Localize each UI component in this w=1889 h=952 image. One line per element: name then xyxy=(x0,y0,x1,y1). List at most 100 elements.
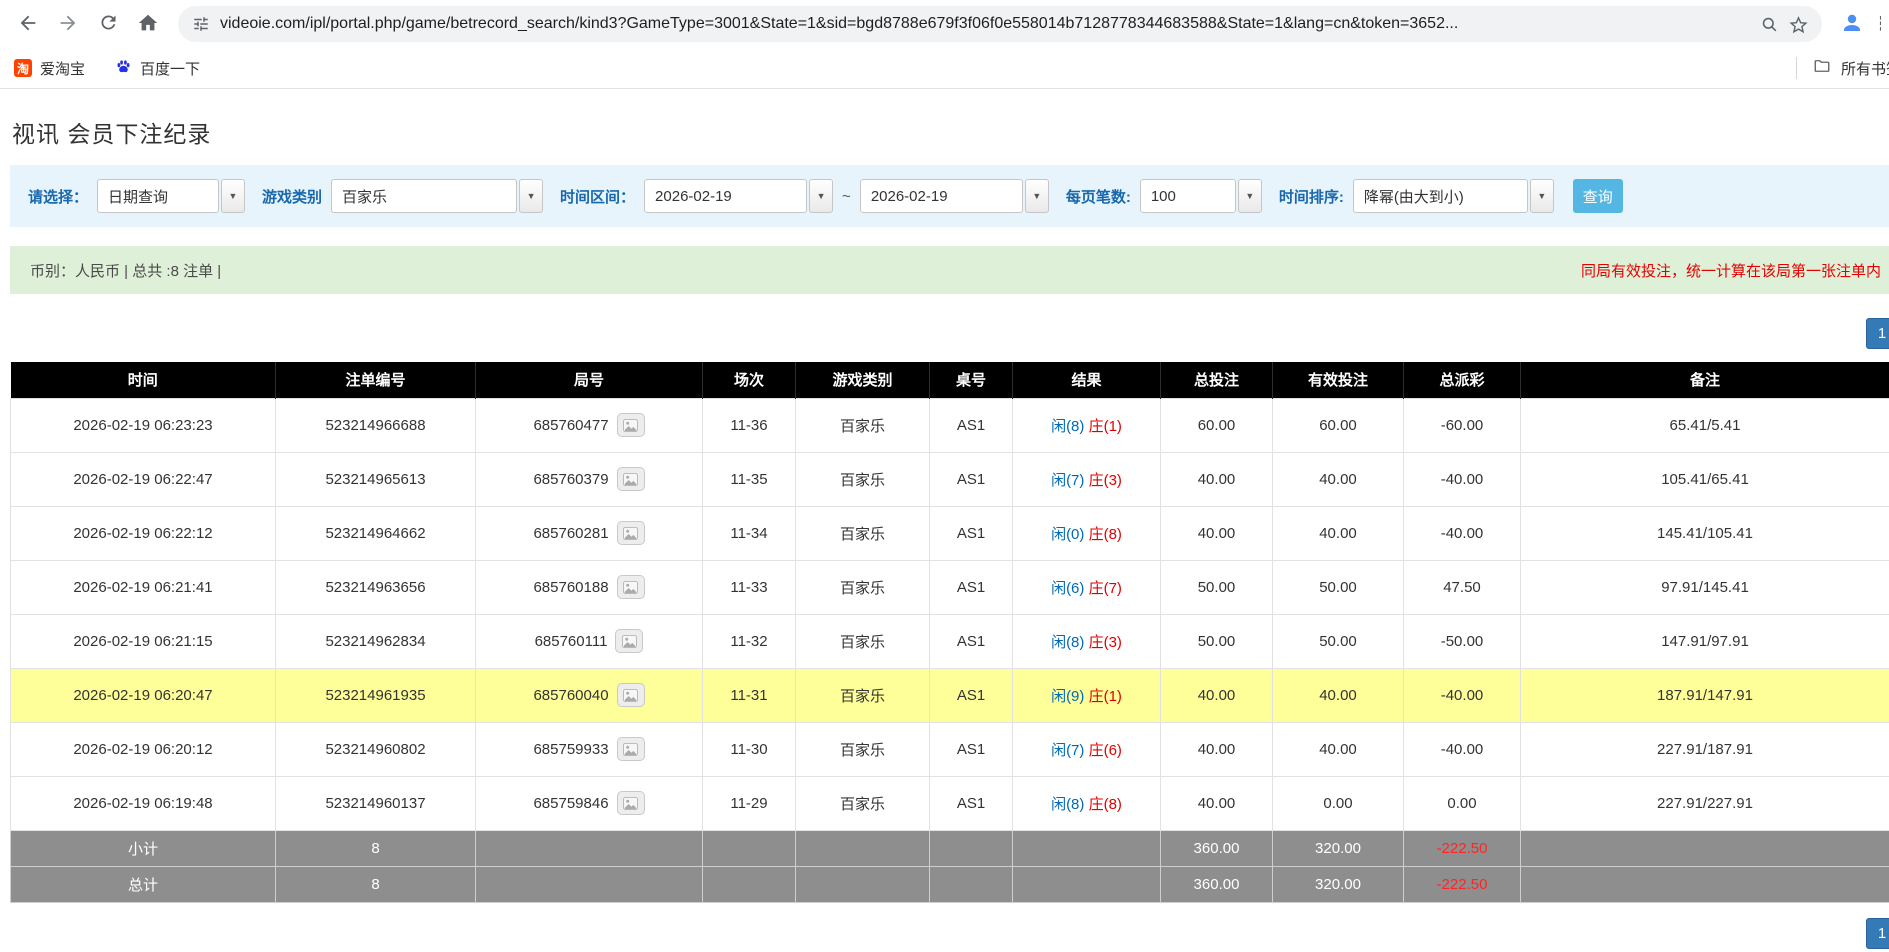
game-type-label: 游戏类别 xyxy=(262,186,322,207)
time-cell: 2026-02-19 06:21:15 xyxy=(11,614,276,668)
summary-total-bet: 360.00 xyxy=(1161,866,1273,902)
round-image-icon[interactable] xyxy=(617,413,645,437)
round-image-icon[interactable] xyxy=(615,629,643,653)
select-type-dropdown[interactable]: 日期查询 ▼ xyxy=(97,179,245,213)
session-cell: 11-34 xyxy=(703,506,796,560)
remark-cell: 105.41/65.41 xyxy=(1521,452,1889,506)
valid-bet-cell: 60.00 xyxy=(1273,398,1404,452)
round-image-icon[interactable] xyxy=(617,467,645,491)
page-size-dropdown[interactable]: 100 ▼ xyxy=(1140,179,1262,213)
total-bet-cell[interactable]: 40.00 xyxy=(1161,452,1273,506)
valid-bet-cell: 50.00 xyxy=(1273,560,1404,614)
total-bet-cell[interactable]: 50.00 xyxy=(1161,614,1273,668)
site-settings-icon[interactable] xyxy=(192,15,210,33)
time-cell: 2026-02-19 06:22:12 xyxy=(11,506,276,560)
date-from-value[interactable]: 2026-02-19 xyxy=(644,179,807,213)
payout-cell: -50.00 xyxy=(1404,614,1521,668)
session-cell: 11-35 xyxy=(703,452,796,506)
payout-cell: -40.00 xyxy=(1404,506,1521,560)
table-row: 2026-02-19 06:21:15523214962834685760111… xyxy=(11,614,1889,668)
round-image-icon[interactable] xyxy=(617,683,645,707)
date-to-value[interactable]: 2026-02-19 xyxy=(860,179,1023,213)
total-bet-cell[interactable]: 40.00 xyxy=(1161,506,1273,560)
round-cell: 685760477 xyxy=(476,398,703,452)
remark-cell: 227.91/187.91 xyxy=(1521,722,1889,776)
date-from-dropdown[interactable]: 2026-02-19 ▼ xyxy=(644,179,833,213)
game-type-dropdown[interactable]: 百家乐 ▼ xyxy=(331,179,543,213)
home-button[interactable] xyxy=(128,4,168,44)
bookmark-star-icon[interactable] xyxy=(1789,15,1808,34)
url-bar[interactable]: videoie.com/ipl/portal.php/game/betrecor… xyxy=(178,6,1822,42)
pagination-page-button[interactable]: 1 xyxy=(1866,318,1889,349)
forward-button[interactable] xyxy=(48,4,88,44)
total-bet-cell[interactable]: 60.00 xyxy=(1161,398,1273,452)
profile-button[interactable] xyxy=(1832,4,1872,44)
remark-cell: 97.91/145.41 xyxy=(1521,560,1889,614)
summary-payout: -222.50 xyxy=(1404,866,1521,902)
round-image-icon[interactable] xyxy=(617,521,645,545)
chevron-down-icon[interactable]: ▼ xyxy=(221,179,245,213)
search-button[interactable]: 查询 xyxy=(1573,179,1623,213)
pagination-bottom: 1 xyxy=(0,903,1889,952)
refresh-button[interactable] xyxy=(88,4,128,44)
lens-search-icon[interactable] xyxy=(1760,15,1779,34)
session-cell: 11-32 xyxy=(703,614,796,668)
bet-id-cell: 523214960137 xyxy=(276,776,476,830)
back-button[interactable] xyxy=(8,4,48,44)
page-size-label: 每页笔数: xyxy=(1066,186,1131,207)
bet-id-cell: 523214962834 xyxy=(276,614,476,668)
select-type-value[interactable]: 日期查询 xyxy=(97,179,219,213)
col-session: 场次 xyxy=(703,362,796,398)
chevron-down-icon[interactable]: ▼ xyxy=(1530,179,1554,213)
result-cell: 闲(8) 庄(1) xyxy=(1013,398,1161,452)
chevron-down-icon[interactable]: ▼ xyxy=(1238,179,1262,213)
round-cell: 685760281 xyxy=(476,506,703,560)
browser-chrome: videoie.com/ipl/portal.php/game/betrecor… xyxy=(0,0,1889,89)
total-bet-cell[interactable]: 50.00 xyxy=(1161,560,1273,614)
table-no-cell: AS1 xyxy=(930,614,1013,668)
bookmark-aitaobao[interactable]: 淘 爱淘宝 xyxy=(14,58,85,79)
round-image-icon[interactable] xyxy=(617,791,645,815)
game-cell: 百家乐 xyxy=(796,452,930,506)
game-cell: 百家乐 xyxy=(796,776,930,830)
chevron-down-icon[interactable]: ▼ xyxy=(1025,179,1049,213)
all-bookmarks-label: 所有书签 xyxy=(1841,58,1889,79)
round-cell: 685759846 xyxy=(476,776,703,830)
game-cell: 百家乐 xyxy=(796,722,930,776)
chevron-down-icon[interactable]: ▼ xyxy=(519,179,543,213)
payout-cell: -40.00 xyxy=(1404,668,1521,722)
menu-icon[interactable]: ⋮ xyxy=(1872,13,1881,36)
col-table: 桌号 xyxy=(930,362,1013,398)
back-icon xyxy=(17,12,39,37)
chevron-down-icon[interactable]: ▼ xyxy=(809,179,833,213)
total-bet-cell[interactable]: 40.00 xyxy=(1161,776,1273,830)
bet-id-cell: 523214961935 xyxy=(276,668,476,722)
valid-bet-cell: 40.00 xyxy=(1273,452,1404,506)
time-cell: 2026-02-19 06:21:41 xyxy=(11,560,276,614)
page-title: 视讯 会员下注纪录 xyxy=(12,115,1889,149)
session-cell: 11-29 xyxy=(703,776,796,830)
page-size-value[interactable]: 100 xyxy=(1140,179,1236,213)
payout-cell: -40.00 xyxy=(1404,452,1521,506)
all-bookmarks[interactable]: 所有书签 xyxy=(1796,57,1889,79)
refresh-icon xyxy=(98,12,119,36)
summary-count: 8 xyxy=(276,866,476,902)
date-to-dropdown[interactable]: 2026-02-19 ▼ xyxy=(860,179,1049,213)
total-bet-cell[interactable]: 40.00 xyxy=(1161,722,1273,776)
bookmark-baidu[interactable]: 百度一下 xyxy=(115,58,200,79)
result-cell: 闲(0) 庄(8) xyxy=(1013,506,1161,560)
payout-cell: 0.00 xyxy=(1404,776,1521,830)
game-cell: 百家乐 xyxy=(796,560,930,614)
valid-bet-cell: 0.00 xyxy=(1273,776,1404,830)
total-bet-cell[interactable]: 40.00 xyxy=(1161,668,1273,722)
round-image-icon[interactable] xyxy=(617,737,645,761)
round-image-icon[interactable] xyxy=(617,575,645,599)
payout-cell: 47.50 xyxy=(1404,560,1521,614)
game-type-value[interactable]: 百家乐 xyxy=(331,179,517,213)
bet-id-cell: 523214966688 xyxy=(276,398,476,452)
payout-cell: -60.00 xyxy=(1404,398,1521,452)
time-sort-value[interactable]: 降幂(由大到小) xyxy=(1353,179,1528,213)
payout-cell: -40.00 xyxy=(1404,722,1521,776)
time-sort-dropdown[interactable]: 降幂(由大到小) ▼ xyxy=(1353,179,1554,213)
round-cell: 685760040 xyxy=(476,668,703,722)
